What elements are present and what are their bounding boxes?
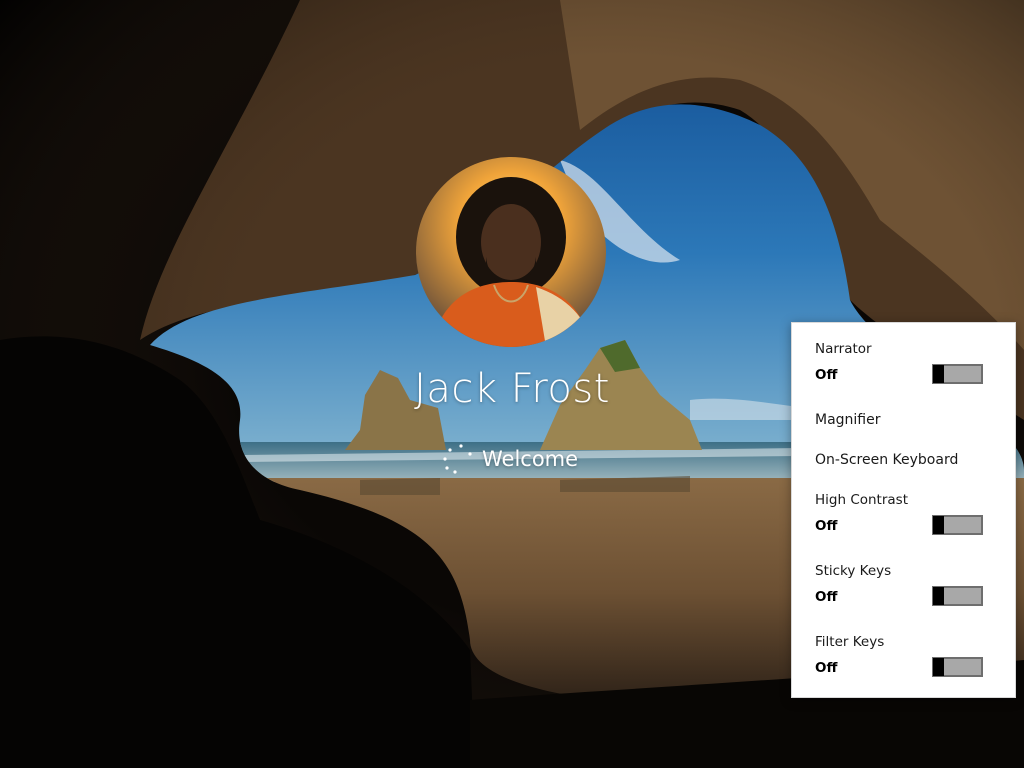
sticky-keys-toggle[interactable] xyxy=(932,586,983,606)
sticky-keys-state: Off xyxy=(815,589,838,605)
high-contrast-label: High Contrast xyxy=(815,492,909,508)
high-contrast-state: Off xyxy=(815,518,838,534)
toggle-thumb xyxy=(933,365,944,383)
narrator-state: Off xyxy=(815,367,838,383)
magnifier-button[interactable]: Magnifier xyxy=(815,412,881,428)
loading-spinner-icon xyxy=(443,444,472,474)
high-contrast-toggle[interactable] xyxy=(932,515,983,535)
toggle-thumb xyxy=(933,587,944,605)
on-screen-keyboard-button[interactable]: On-Screen Keyboard xyxy=(815,452,958,468)
filter-keys-label: Filter Keys xyxy=(815,634,885,650)
user-name: Jack Frost xyxy=(414,366,610,412)
narrator-label: Narrator xyxy=(815,341,872,357)
lock-screen: Jack Frost Welcome Narrator Off Magnifie… xyxy=(0,0,1024,768)
filter-keys-toggle[interactable] xyxy=(932,657,983,677)
user-avatar xyxy=(416,157,606,347)
toggle-thumb xyxy=(933,516,944,534)
toggle-thumb xyxy=(933,658,944,676)
welcome-text: Welcome xyxy=(482,447,579,471)
ease-of-access-panel: Narrator Off Magnifier On-Screen Keyboar… xyxy=(791,322,1016,698)
filter-keys-state: Off xyxy=(815,660,838,676)
narrator-toggle[interactable] xyxy=(932,364,983,384)
sticky-keys-label: Sticky Keys xyxy=(815,563,892,579)
sign-in-status: Welcome xyxy=(436,442,616,476)
